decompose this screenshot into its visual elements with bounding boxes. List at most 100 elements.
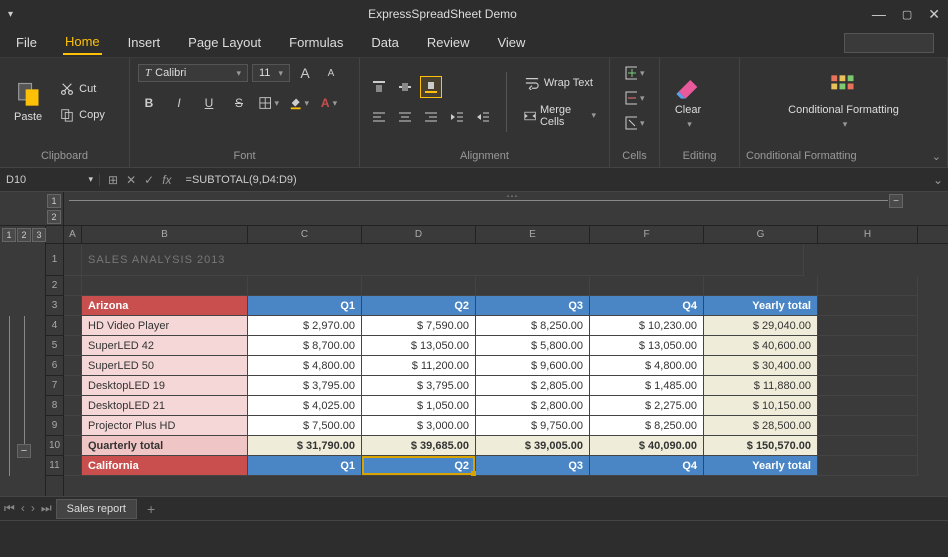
row-header[interactable]: 9 [46, 416, 63, 436]
add-sheet-button[interactable]: + [141, 501, 161, 517]
menu-formulas[interactable]: Formulas [287, 31, 345, 54]
menu-review[interactable]: Review [425, 31, 472, 54]
cut-button[interactable]: Cut [54, 79, 110, 99]
delete-cells-button[interactable] [624, 87, 646, 109]
maximize-icon[interactable]: ▢ [902, 8, 912, 21]
format-cells-button[interactable] [624, 112, 646, 134]
format-cells-icon [625, 116, 637, 130]
fill-color-button[interactable] [288, 92, 310, 114]
select-all-corner[interactable] [46, 226, 63, 244]
row-header[interactable]: 5 [46, 336, 63, 356]
table-total-row: Quarterly total $ 31,790.00 $ 39,685.00 … [64, 436, 948, 456]
col-outline-level-2[interactable]: 2 [47, 210, 61, 224]
col-header[interactable]: F [590, 226, 704, 243]
formula-input[interactable]: =SUBTOTAL(9,D4:D9) [180, 174, 928, 186]
italic-button[interactable]: I [168, 92, 190, 114]
wrap-text-button[interactable]: Wrap Text [519, 73, 601, 93]
menu-view[interactable]: View [495, 31, 527, 54]
fx-icon[interactable]: fx [162, 173, 171, 187]
row-header[interactable]: 3 [46, 296, 63, 316]
borders-button[interactable] [258, 92, 280, 114]
strikethrough-button[interactable]: S [228, 92, 250, 114]
scissors-icon [59, 82, 75, 96]
row-header[interactable]: 7 [46, 376, 63, 396]
menu-data[interactable]: Data [369, 31, 400, 54]
tab-next-icon[interactable]: › [31, 501, 35, 516]
menu-page-layout[interactable]: Page Layout [186, 31, 263, 54]
merge-cells-button[interactable]: Merge Cells [519, 101, 601, 131]
conditional-formatting-button[interactable]: Conditional Formatting [782, 69, 905, 134]
col-outline-collapse[interactable]: − [889, 194, 903, 208]
col-header[interactable]: A [64, 226, 82, 243]
row-outline-level-1[interactable]: 1 [2, 228, 16, 242]
increase-indent-button[interactable] [472, 106, 494, 128]
decrease-font-button[interactable]: A [320, 62, 342, 84]
column-headers: A B C D E F G H [64, 226, 948, 244]
align-middle-button[interactable] [394, 76, 416, 98]
name-box[interactable]: D10▾ [0, 174, 100, 186]
clear-button[interactable]: Clear [668, 69, 708, 134]
table-header-row: Arizona Q1 Q2 Q3 Q4 Yearly total [64, 296, 948, 316]
align-bottom-button[interactable] [420, 76, 442, 98]
align-top-button[interactable] [368, 76, 390, 98]
range-select-icon[interactable]: ⊞ [108, 173, 118, 187]
tab-first-icon[interactable]: ⏮ [4, 501, 15, 516]
expand-formula-bar-icon[interactable]: ⌄ [928, 173, 948, 187]
col-header[interactable]: C [248, 226, 362, 243]
col-header[interactable]: D [362, 226, 476, 243]
table-row: Projector Plus HD$ 7,500.00$ 3,000.00$ 9… [64, 416, 948, 436]
font-color-button[interactable]: A [318, 92, 340, 114]
cancel-formula-icon[interactable]: ✕ [126, 173, 136, 187]
row-header[interactable]: 8 [46, 396, 63, 416]
copy-button[interactable]: Copy [54, 105, 110, 125]
col-header[interactable]: H [818, 226, 918, 243]
title-bar: ▾ ExpressSpreadSheet Demo — ▢ ✕ [0, 0, 948, 28]
increase-font-button[interactable]: A [294, 62, 316, 84]
col-header[interactable]: G [704, 226, 818, 243]
ribbon-expand-icon[interactable]: ⌄ [932, 150, 941, 163]
col-header[interactable]: E [476, 226, 590, 243]
row-header[interactable]: 6 [46, 356, 63, 376]
row-header[interactable]: 4 [46, 316, 63, 336]
minimize-icon[interactable]: — [872, 6, 886, 22]
insert-cells-button[interactable] [624, 62, 646, 84]
row-header[interactable]: 11 [46, 456, 63, 476]
row-outline-level-3[interactable]: 3 [32, 228, 46, 242]
decrease-indent-button[interactable] [446, 106, 468, 128]
accept-formula-icon[interactable]: ✓ [144, 173, 154, 187]
table-row: HD Video Player$ 2,970.00$ 7,590.00$ 8,2… [64, 316, 948, 336]
cell-grid[interactable]: SALES ANALYSIS 2013 Arizona Q1 Q2 Q3 Q4 … [64, 244, 948, 476]
region-header[interactable]: Arizona [82, 296, 248, 316]
align-center-button[interactable] [394, 106, 416, 128]
row-outline-level-2[interactable]: 2 [17, 228, 31, 242]
align-left-button[interactable] [368, 106, 390, 128]
bucket-icon [289, 96, 301, 110]
underline-button[interactable]: U [198, 92, 220, 114]
outdent-icon [450, 110, 464, 124]
font-name-dropdown[interactable]: T Calibri [138, 64, 248, 82]
row-header[interactable]: 1 [46, 244, 63, 276]
tab-last-icon[interactable]: ⏭ [41, 501, 52, 516]
paste-button[interactable]: Paste [8, 76, 48, 127]
row-outline-collapse-inner[interactable]: − [17, 444, 31, 458]
border-icon [259, 96, 271, 110]
sheet-tab[interactable]: Sales report [56, 499, 137, 519]
ribbon-search-input[interactable] [844, 33, 934, 53]
bold-button[interactable]: B [138, 92, 160, 114]
sheet-title[interactable]: SALES ANALYSIS 2013 [82, 244, 704, 276]
group-label-editing: Editing [660, 145, 739, 167]
close-icon[interactable]: ✕ [928, 6, 940, 23]
menu-home[interactable]: Home [63, 30, 102, 55]
font-size-dropdown[interactable]: 11 [252, 64, 290, 82]
row-header[interactable]: 2 [46, 276, 63, 296]
paste-icon [14, 80, 42, 108]
col-outline-level-1[interactable]: 1 [47, 194, 61, 208]
col-header[interactable]: B [82, 226, 248, 243]
tab-prev-icon[interactable]: ‹ [21, 501, 25, 516]
table-row: DesktopLED 19$ 3,795.00$ 3,795.00$ 2,805… [64, 376, 948, 396]
group-label-alignment: Alignment [360, 145, 609, 167]
menu-file[interactable]: File [14, 31, 39, 54]
row-header[interactable]: 10 [46, 436, 63, 456]
menu-insert[interactable]: Insert [126, 31, 163, 54]
align-right-button[interactable] [420, 106, 442, 128]
